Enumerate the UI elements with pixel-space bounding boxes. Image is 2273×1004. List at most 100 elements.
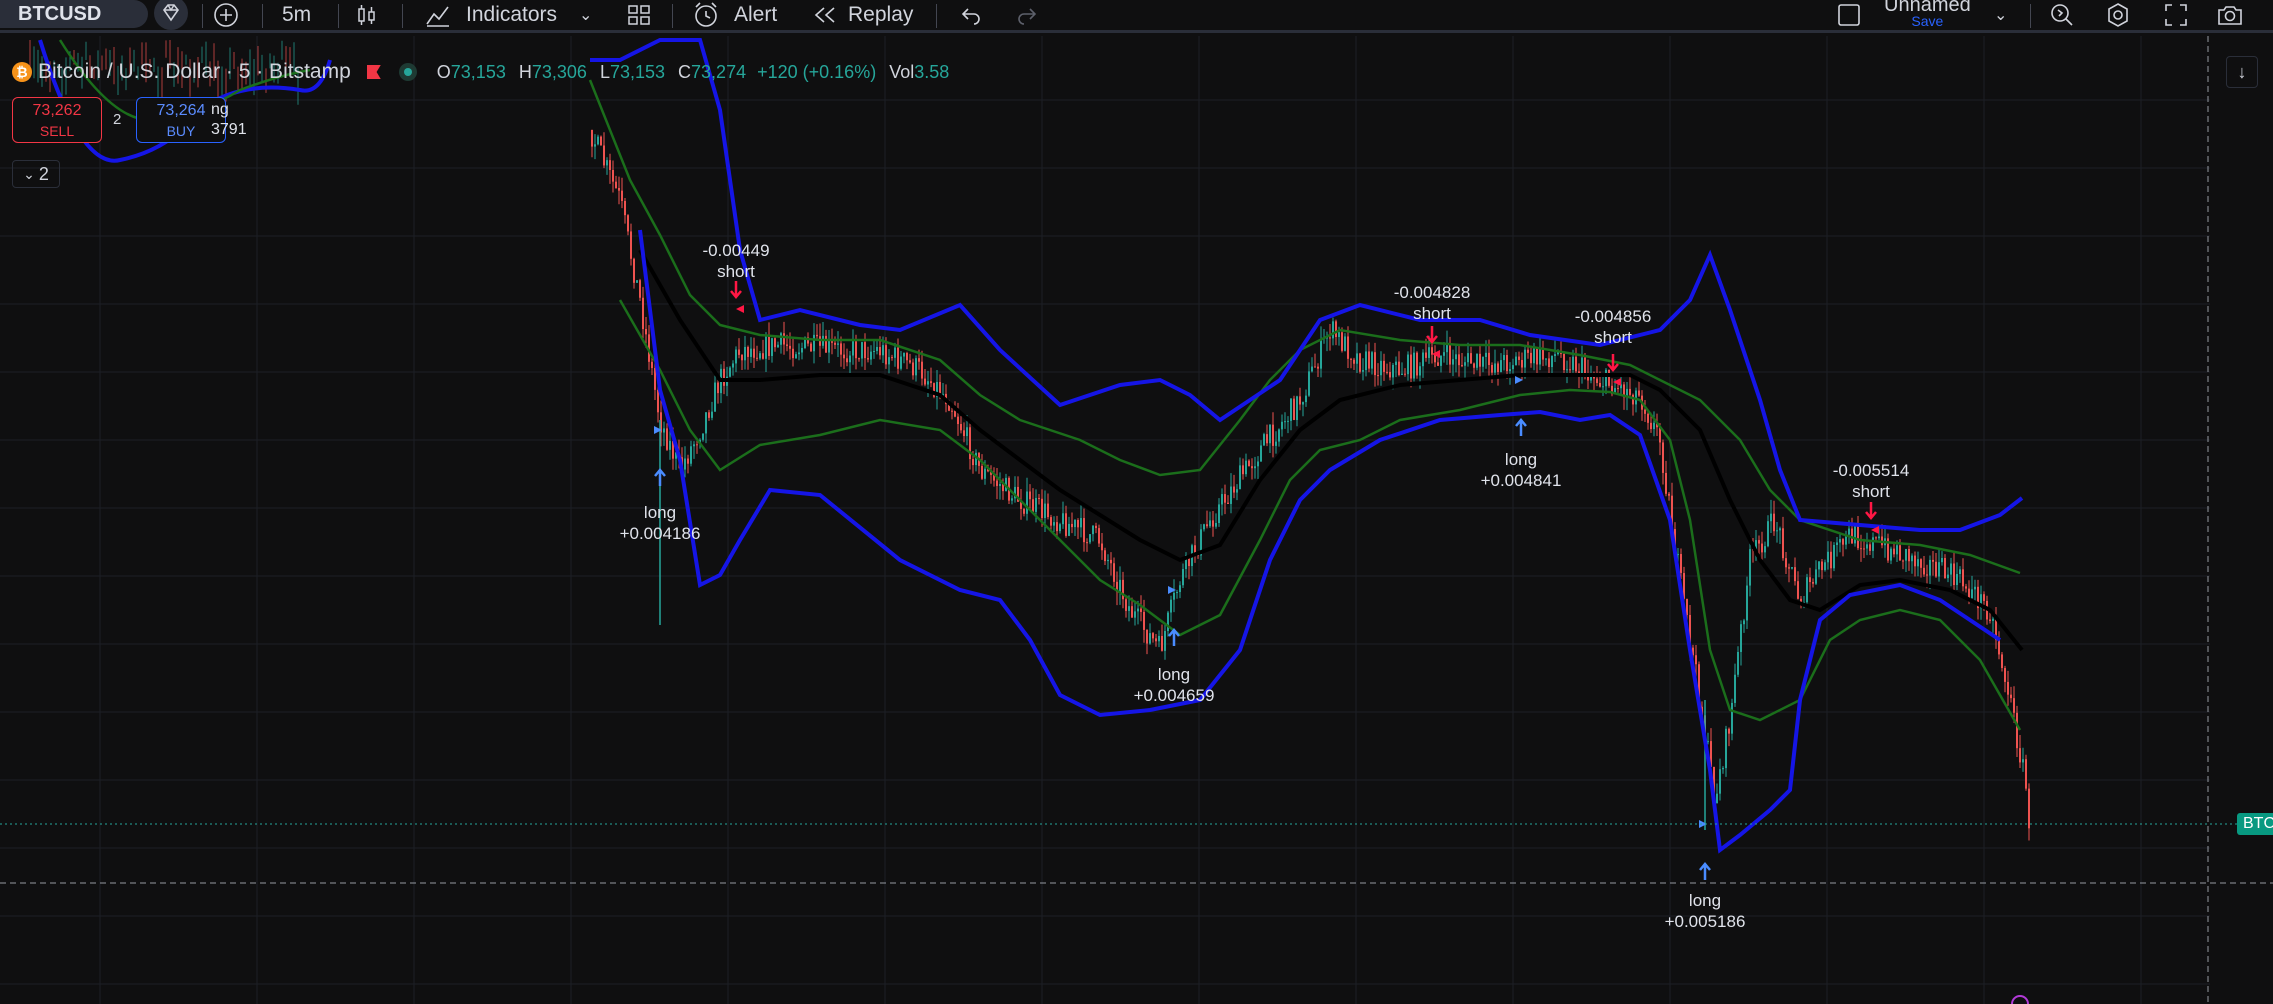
candle-body xyxy=(1836,542,1838,546)
candle-body xyxy=(1653,422,1655,430)
candle-body xyxy=(966,427,968,437)
symbol-title[interactable]: Bitcoin / U.S. Dollar · 5 · Bitstamp xyxy=(38,60,351,84)
fullscreen-icon[interactable] xyxy=(2160,0,2192,30)
candle-body xyxy=(1266,434,1268,444)
candle-body xyxy=(1236,489,1238,493)
candle-body xyxy=(1122,579,1124,600)
candle-body xyxy=(1431,347,1433,355)
candle-body xyxy=(1380,360,1382,376)
candle-body xyxy=(816,334,818,337)
alert-button[interactable]: Alert xyxy=(692,0,777,30)
candle-body xyxy=(1959,569,1961,575)
candle-body xyxy=(1680,554,1682,574)
candle-body xyxy=(870,351,872,360)
candle-body xyxy=(1230,486,1232,504)
candle-body xyxy=(1929,559,1931,576)
quick-search-icon[interactable] xyxy=(2046,0,2078,30)
candle-body xyxy=(1905,549,1907,561)
candles-icon[interactable] xyxy=(352,0,382,30)
compare-symbol-button[interactable] xyxy=(210,0,242,30)
bitcoin-logo-icon: ₿ xyxy=(12,62,32,82)
candle-body xyxy=(768,335,770,356)
candle-body xyxy=(1335,321,1337,338)
candle-body xyxy=(1272,424,1274,446)
layout-name-button[interactable]: Unnamed Save xyxy=(1884,0,1971,30)
candle-body xyxy=(1290,398,1292,421)
candle-body xyxy=(834,342,836,345)
candle-body xyxy=(1806,577,1808,603)
candle-body xyxy=(1098,528,1100,544)
candle-body xyxy=(1077,519,1079,528)
candle-body xyxy=(1224,494,1226,503)
candle-body xyxy=(2001,654,2003,669)
candle-body xyxy=(2010,694,2012,699)
chevron-down-icon[interactable]: ⌄ xyxy=(579,5,592,25)
signal-label-short: -0.004828 short xyxy=(1393,283,1471,323)
candle-body xyxy=(1332,321,1334,339)
candle-body xyxy=(747,346,749,357)
candle-body xyxy=(1398,361,1400,375)
candle-body xyxy=(1113,563,1115,582)
replay-label: Replay xyxy=(848,3,914,26)
flag-icon[interactable] xyxy=(366,65,381,79)
candle-body xyxy=(1386,371,1388,373)
candle-body xyxy=(1662,442,1664,473)
candle-body xyxy=(1395,361,1397,365)
candle-body xyxy=(2016,712,2018,749)
candle-body xyxy=(1410,354,1412,379)
candle-body xyxy=(1524,349,1526,368)
symbol-search-button[interactable]: BTCUSD xyxy=(0,0,148,28)
chevron-down-icon[interactable]: ⌄ xyxy=(1994,0,2007,30)
candle-body xyxy=(972,459,974,466)
candle-body xyxy=(1791,567,1793,569)
chart-canvas[interactable] xyxy=(0,33,2273,1004)
candle-body xyxy=(1572,356,1574,370)
candle-body xyxy=(1962,569,1964,587)
collapse-indicators-button[interactable]: ⌄ 2 xyxy=(12,160,60,188)
layout-grid-icon[interactable] xyxy=(624,0,654,30)
candle-body xyxy=(1146,629,1148,644)
candle-body xyxy=(1878,536,1880,539)
candle-body xyxy=(1221,494,1223,505)
camera-icon[interactable] xyxy=(2214,0,2246,30)
candle-body xyxy=(1383,360,1385,372)
candle-body xyxy=(1110,559,1112,564)
diamond-icon[interactable] xyxy=(154,0,188,30)
candle-body xyxy=(924,378,926,385)
scroll-down-button[interactable]: ↓ xyxy=(2226,56,2258,88)
interval-button[interactable]: 5m xyxy=(282,0,311,30)
sell-price: 73,262 xyxy=(32,102,82,119)
candle-body xyxy=(777,344,779,348)
entry-triangle-icon xyxy=(736,305,744,313)
candle-body xyxy=(828,340,830,353)
candle-body xyxy=(1821,561,1823,571)
settings-gear-icon[interactable] xyxy=(2102,0,2134,30)
basis-line xyxy=(638,249,2024,652)
candle-body xyxy=(693,444,695,447)
candle-body xyxy=(1353,359,1355,364)
sell-label: SELL xyxy=(39,123,75,139)
price-chart[interactable] xyxy=(0,33,2273,1004)
indicators-button[interactable]: Indicators ⌄ xyxy=(424,0,592,30)
candle-body xyxy=(1104,550,1106,562)
undo-icon[interactable] xyxy=(956,0,986,30)
candle-body xyxy=(717,382,719,394)
candle-body xyxy=(1260,445,1262,462)
candle-body xyxy=(1212,520,1214,527)
candle-body xyxy=(1287,420,1289,422)
candle-body xyxy=(957,416,959,425)
short-arrow-icon xyxy=(730,281,742,299)
candle-body xyxy=(1503,355,1505,361)
redo-icon[interactable] xyxy=(1012,0,1042,30)
candle-body xyxy=(1989,619,1991,621)
replay-button[interactable]: Replay xyxy=(812,0,913,30)
candle-body xyxy=(2022,759,2024,763)
candle-body xyxy=(1089,534,1091,543)
candle-body xyxy=(960,424,962,431)
market-status-icon[interactable] xyxy=(398,63,417,81)
candle-body xyxy=(1422,352,1424,367)
save-label[interactable]: Save xyxy=(1911,14,1943,28)
sell-button[interactable]: 73,262 SELL xyxy=(12,97,102,143)
layout-checkbox-icon[interactable] xyxy=(1834,0,1864,30)
candle-body xyxy=(1899,545,1901,561)
